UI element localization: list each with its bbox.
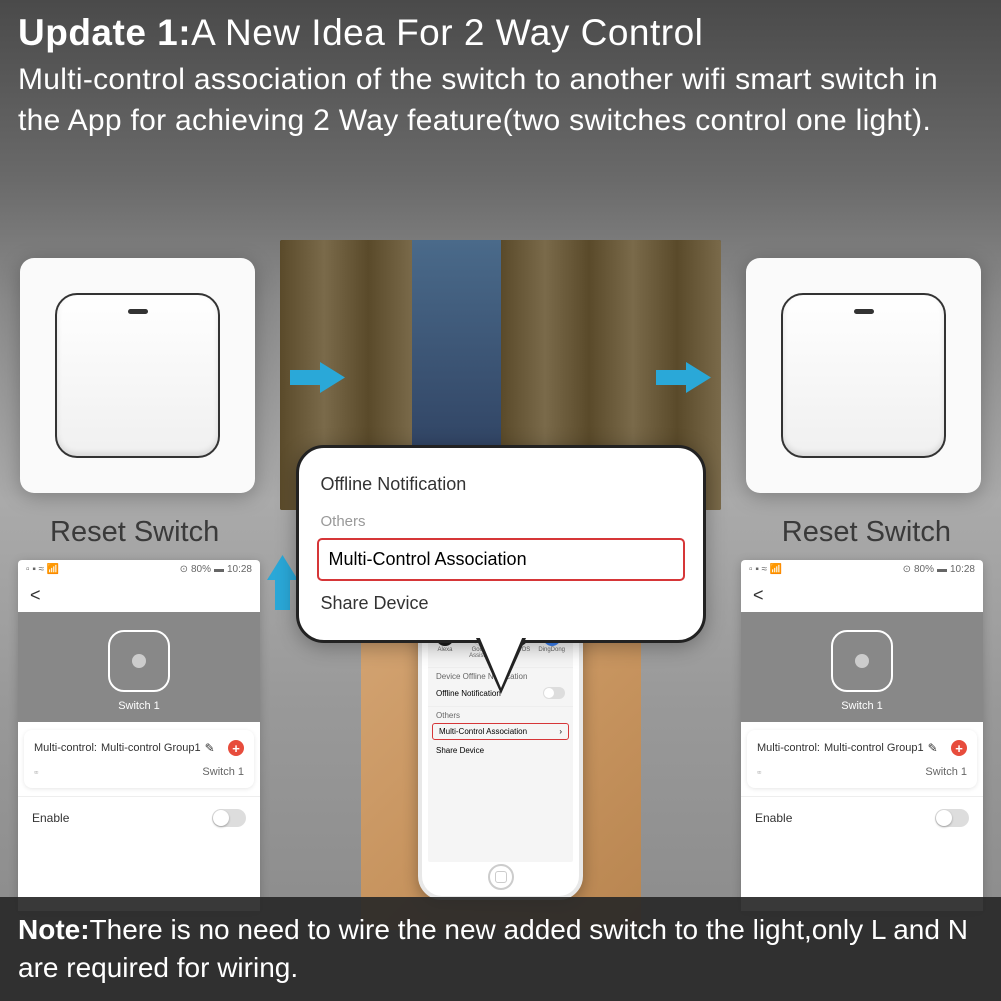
card-header: Multi-control: Multi-control Group1 ✎ + bbox=[757, 740, 967, 756]
group-name: Multi-control Group1 bbox=[101, 742, 201, 754]
multi-control-label: Multi-control: bbox=[757, 742, 820, 754]
battery-icon: ⊙ bbox=[903, 564, 911, 575]
callout-others-section: Others bbox=[321, 503, 681, 534]
chevron-right-icon: › bbox=[559, 727, 562, 736]
status-indicators-icon: ▫ ▪ ≈ 📶 bbox=[26, 564, 59, 575]
reset-switch-label-right: Reset Switch bbox=[782, 516, 951, 549]
status-time: 10:28 bbox=[227, 564, 252, 575]
status-bar: ▫ ▪ ≈ 📶 ⊙80% ▬ 10:28 bbox=[18, 560, 260, 579]
multi-control-association-label: Multi-Control Association bbox=[439, 727, 527, 736]
enable-row: Enable bbox=[741, 796, 983, 839]
enable-row: Enable bbox=[18, 796, 260, 839]
callout-offline-notification: Offline Notification bbox=[321, 466, 681, 503]
note-prefix: Note: bbox=[18, 914, 90, 945]
switch-item-label: Switch 1 bbox=[202, 766, 244, 778]
status-right: ⊙80% ▬ 10:28 bbox=[903, 564, 975, 575]
physical-switch-left bbox=[20, 258, 255, 493]
title-prefix: Update 1: bbox=[18, 12, 191, 53]
share-device-label: Share Device bbox=[436, 746, 484, 755]
switch-button bbox=[781, 293, 946, 458]
callout-multi-control-highlight: Multi-Control Association bbox=[317, 538, 685, 581]
header-section: Update 1:A New Idea For 2 Way Control Mu… bbox=[0, 0, 1001, 149]
others-section-label: Others bbox=[436, 711, 565, 720]
page-title: Update 1:A New Idea For 2 Way Control bbox=[18, 12, 983, 54]
switch-item-label: Switch 1 bbox=[925, 766, 967, 778]
switch-hero: Switch 1 bbox=[741, 612, 983, 722]
callout-share-device: Share Device bbox=[321, 585, 681, 622]
battery-bar-icon: ▬ bbox=[937, 564, 947, 575]
back-button[interactable]: < bbox=[741, 579, 983, 612]
switch-dot-icon bbox=[132, 654, 146, 668]
note-text: There is no need to wire the new added s… bbox=[18, 914, 968, 983]
multi-control-label: Multi-control: bbox=[34, 742, 97, 754]
enable-label: Enable bbox=[755, 811, 792, 825]
switch-control[interactable] bbox=[108, 630, 170, 692]
add-button[interactable]: + bbox=[951, 740, 967, 756]
switch-hero: Switch 1 bbox=[18, 612, 260, 722]
app-screenshot-right: ▫ ▪ ≈ 📶 ⊙80% ▬ 10:28 < Switch 1 Multi-co… bbox=[741, 560, 983, 911]
arrow-right-icon bbox=[290, 360, 345, 395]
switch-row[interactable]: ▫▫ Switch 1 bbox=[34, 766, 244, 778]
arrow-right-icon bbox=[656, 360, 711, 395]
assistant-label: DingDong bbox=[538, 647, 565, 653]
status-indicators-icon: ▫ ▪ ≈ 📶 bbox=[749, 564, 782, 575]
page-subtitle: Multi-control association of the switch … bbox=[18, 60, 983, 141]
footer-note: Note:There is no need to wire the new ad… bbox=[0, 897, 1001, 1001]
multi-control-card: Multi-control: Multi-control Group1 ✎ + ▫… bbox=[747, 730, 977, 788]
battery-percent: 80% bbox=[914, 564, 934, 575]
multi-control-association-row[interactable]: Multi-Control Association › bbox=[432, 723, 569, 740]
battery-bar-icon: ▬ bbox=[214, 564, 224, 575]
card-title: Multi-control: Multi-control Group1 ✎ bbox=[757, 741, 938, 755]
status-bar: ▫ ▪ ≈ 📶 ⊙80% ▬ 10:28 bbox=[741, 560, 983, 579]
reset-switch-label-left: Reset Switch bbox=[50, 516, 219, 549]
app-screenshot-left: ▫ ▪ ≈ 📶 ⊙80% ▬ 10:28 < Switch 1 Multi-co… bbox=[18, 560, 260, 911]
battery-icon: ⊙ bbox=[180, 564, 188, 575]
physical-switch-right bbox=[746, 258, 981, 493]
callout-tail-icon bbox=[479, 636, 523, 688]
offline-toggle[interactable] bbox=[543, 687, 565, 699]
callout-bubble: Offline Notification Others Multi-Contro… bbox=[296, 445, 706, 643]
switch-mini-icon: ▫▫ bbox=[757, 767, 759, 777]
switch-control[interactable] bbox=[831, 630, 893, 692]
switch-row[interactable]: ▫▫ Switch 1 bbox=[757, 766, 967, 778]
back-button[interactable]: < bbox=[18, 579, 260, 612]
edit-icon[interactable]: ✎ bbox=[205, 741, 215, 755]
switch-name: Switch 1 bbox=[841, 700, 883, 712]
switch-button bbox=[55, 293, 220, 458]
switch-name: Switch 1 bbox=[118, 700, 160, 712]
title-rest: A New Idea For 2 Way Control bbox=[191, 12, 703, 53]
home-button[interactable] bbox=[488, 864, 514, 890]
edit-icon[interactable]: ✎ bbox=[928, 741, 938, 755]
enable-toggle[interactable] bbox=[212, 809, 246, 827]
enable-label: Enable bbox=[32, 811, 69, 825]
others-section: Others bbox=[428, 707, 573, 720]
switch-dot-icon bbox=[855, 654, 869, 668]
status-time: 10:28 bbox=[950, 564, 975, 575]
multi-control-card: Multi-control: Multi-control Group1 ✎ + ▫… bbox=[24, 730, 254, 788]
switch-mini-icon: ▫▫ bbox=[34, 767, 36, 777]
assistant-label: Alexa bbox=[437, 647, 452, 653]
enable-toggle[interactable] bbox=[935, 809, 969, 827]
battery-percent: 80% bbox=[191, 564, 211, 575]
card-title: Multi-control: Multi-control Group1 ✎ bbox=[34, 741, 215, 755]
card-header: Multi-control: Multi-control Group1 ✎ + bbox=[34, 740, 244, 756]
share-device-row[interactable]: Share Device bbox=[428, 742, 573, 759]
group-name: Multi-control Group1 bbox=[824, 742, 924, 754]
status-right: ⊙80% ▬ 10:28 bbox=[180, 564, 252, 575]
add-button[interactable]: + bbox=[228, 740, 244, 756]
